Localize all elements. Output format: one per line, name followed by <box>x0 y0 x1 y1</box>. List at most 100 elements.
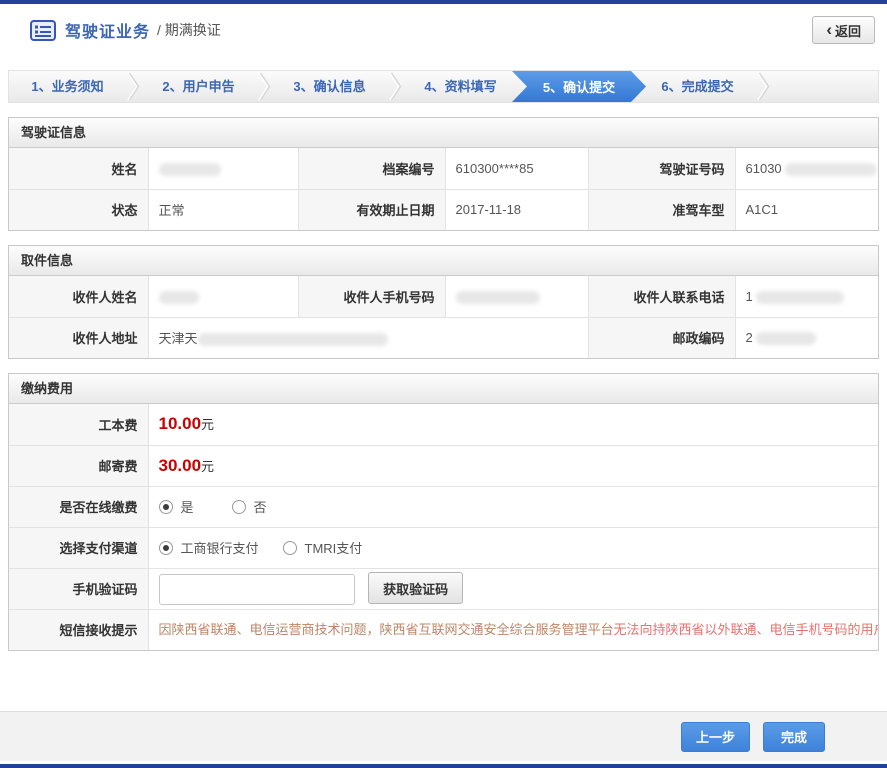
fee-value: 30.00元 <box>147 444 878 487</box>
field-label: 邮寄费 <box>9 444 149 487</box>
table-row: 工本费 10.00元 <box>9 404 878 446</box>
radio-no[interactable] <box>231 499 246 514</box>
field-value-redacted: 1 <box>734 276 878 318</box>
step-tab-2[interactable]: 2、用户申告 <box>140 71 257 102</box>
field-value-redacted: 天津天 <box>147 316 589 358</box>
field-label: 有效期止日期 <box>297 188 446 230</box>
field-label: 工本费 <box>9 404 149 446</box>
redacted-value <box>756 290 845 304</box>
fee-amount: 10.00 <box>158 414 202 434</box>
redacted-value <box>455 290 540 304</box>
table-row: 收件人地址 天津天 邮政编码 2 <box>9 316 878 358</box>
field-label: 收件人手机号码 <box>297 276 446 318</box>
fee-unit: 元 <box>201 417 215 433</box>
table-row: 是否在线缴费 是 否 <box>9 485 878 528</box>
payment-table: 工本费 10.00元 邮寄费 30.00元 是否在线缴费 是 否 选择支付渠道 … <box>9 404 878 650</box>
field-value: A1C1 <box>734 188 878 230</box>
radio-yes[interactable] <box>158 499 173 514</box>
back-button[interactable]: ‹ 返回 <box>812 16 875 44</box>
field-label: 收件人地址 <box>9 316 149 358</box>
field-value: 2017-11-18 <box>444 188 589 230</box>
get-captcha-button[interactable]: 获取验证码 <box>368 572 464 605</box>
pickup-info-section: 取件信息 收件人姓名 收件人手机号码 收件人联系电话 1 收件人地址 天津天 邮… <box>8 245 879 359</box>
breadcrumb: / 期满换证 <box>157 22 221 38</box>
field-value-prefix: 1 <box>745 288 753 304</box>
bottom-accent-bar <box>0 764 887 768</box>
payment-section: 缴纳费用 工本费 10.00元 邮寄费 30.00元 是否在线缴费 是 否 选择… <box>8 373 879 651</box>
step-wizard-bar: 1、业务须知 2、用户申告 3、确认信息 4、资料填写 5、确认提交 6、完成提… <box>8 70 879 103</box>
fee-unit: 元 <box>201 458 215 474</box>
field-label: 选择支付渠道 <box>9 526 149 569</box>
fee-value: 10.00元 <box>147 404 878 446</box>
captcha-row: 获取验证码 <box>147 567 878 610</box>
sms-notice: 因陕西省联通、电信运营商技术问题，陕西省互联网交通安全综合服务管理平台无法向持陕… <box>147 608 878 650</box>
license-section-title: 驾驶证信息 <box>9 118 878 148</box>
field-label: 姓名 <box>9 148 149 190</box>
field-value-redacted: 61030 <box>734 148 878 190</box>
table-row: 姓名 档案编号 610300****85 驾驶证号码 61030 <box>9 148 878 190</box>
captcha-input[interactable] <box>158 573 355 605</box>
field-label: 短信接收提示 <box>9 608 149 650</box>
radio-yes-label[interactable]: 是 <box>181 497 194 516</box>
field-value-redacted <box>147 276 299 318</box>
pickup-section-title: 取件信息 <box>9 246 878 276</box>
field-label: 手机验证码 <box>9 567 149 610</box>
redacted-value <box>158 162 221 176</box>
field-label: 收件人姓名 <box>9 276 149 318</box>
redacted-value <box>158 290 199 304</box>
radio-icbc-label[interactable]: 工商银行支付 <box>181 538 259 557</box>
step-separator-icon <box>258 72 271 101</box>
field-value-redacted <box>147 148 299 190</box>
field-value-prefix: 61030 <box>745 160 782 176</box>
license-info-section: 驾驶证信息 姓名 档案编号 610300****85 驾驶证号码 61030 状… <box>8 117 879 231</box>
field-label: 收件人联系电话 <box>587 276 736 318</box>
field-value: 正常 <box>147 188 299 230</box>
step-tab-6[interactable]: 6、完成提交 <box>639 71 756 102</box>
form-list-icon <box>30 19 56 41</box>
field-label: 状态 <box>9 188 149 230</box>
field-label: 是否在线缴费 <box>9 485 149 528</box>
license-info-table: 姓名 档案编号 610300****85 驾驶证号码 61030 状态 正常 有… <box>9 148 878 230</box>
table-row: 状态 正常 有效期止日期 2017-11-18 准驾车型 A1C1 <box>9 188 878 230</box>
payment-section-title: 缴纳费用 <box>9 374 878 404</box>
field-label: 邮政编码 <box>587 316 736 358</box>
step-tab-4[interactable]: 4、资料填写 <box>402 71 519 102</box>
pickup-info-table: 收件人姓名 收件人手机号码 收件人联系电话 1 收件人地址 天津天 邮政编码 2 <box>9 276 878 358</box>
table-row: 手机验证码 获取验证码 <box>9 567 878 610</box>
table-row: 收件人姓名 收件人手机号码 收件人联系电话 1 <box>9 276 878 318</box>
previous-step-button[interactable]: 上一步 <box>680 721 750 752</box>
radio-icbc[interactable] <box>158 540 173 555</box>
radio-group: 工商银行支付 TMRI支付 <box>158 538 869 557</box>
step-bar-filler <box>770 71 878 102</box>
redacted-value <box>785 162 878 176</box>
field-label: 准驾车型 <box>587 188 736 230</box>
radio-group: 是 否 <box>158 497 869 516</box>
table-row: 选择支付渠道 工商银行支付 TMRI支付 <box>9 526 878 569</box>
table-row: 短信接收提示 因陕西省联通、电信运营商技术问题，陕西省互联网交通安全综合服务管理… <box>9 608 878 650</box>
back-button-label: 返回 <box>834 23 861 39</box>
payment-channel-options: 工商银行支付 TMRI支付 <box>147 526 878 569</box>
step-tab-5-active[interactable]: 5、确认提交 <box>512 71 646 102</box>
finish-button[interactable]: 完成 <box>763 721 825 752</box>
redacted-value <box>197 333 388 347</box>
sms-notice-segment-2: 无法向持陕西省以外联通、电信手机号码的用户发送短信, <box>613 621 878 637</box>
step-tab-1[interactable]: 1、业务须知 <box>9 71 126 102</box>
field-label: 档案编号 <box>297 148 446 190</box>
sms-notice-segment-1: 因陕西省联通、电信运营商技术问题，陕西省互联网交通安全综合服务管理平台 <box>158 621 614 637</box>
step-separator-icon <box>389 72 402 101</box>
radio-tmri-label[interactable]: TMRI支付 <box>305 538 363 557</box>
step-tab-3[interactable]: 3、确认信息 <box>271 71 388 102</box>
radio-no-label[interactable]: 否 <box>254 497 267 516</box>
radio-tmri[interactable] <box>282 540 297 555</box>
footer-action-bar: 上一步 完成 <box>0 711 887 761</box>
redacted-value <box>756 332 817 346</box>
field-value: 610300****85 <box>444 148 589 190</box>
header: 驾驶证业务 / 期满换证 ‹ 返回 <box>0 4 887 56</box>
field-value-prefix: 2 <box>745 330 753 346</box>
field-value-prefix: 天津天 <box>158 331 198 347</box>
field-value-redacted <box>444 276 589 318</box>
online-payment-options: 是 否 <box>147 485 878 528</box>
page-root: 驾驶证业务 / 期满换证 ‹ 返回 1、业务须知 2、用户申告 3、确认信息 4… <box>0 0 887 768</box>
table-row: 邮寄费 30.00元 <box>9 444 878 487</box>
